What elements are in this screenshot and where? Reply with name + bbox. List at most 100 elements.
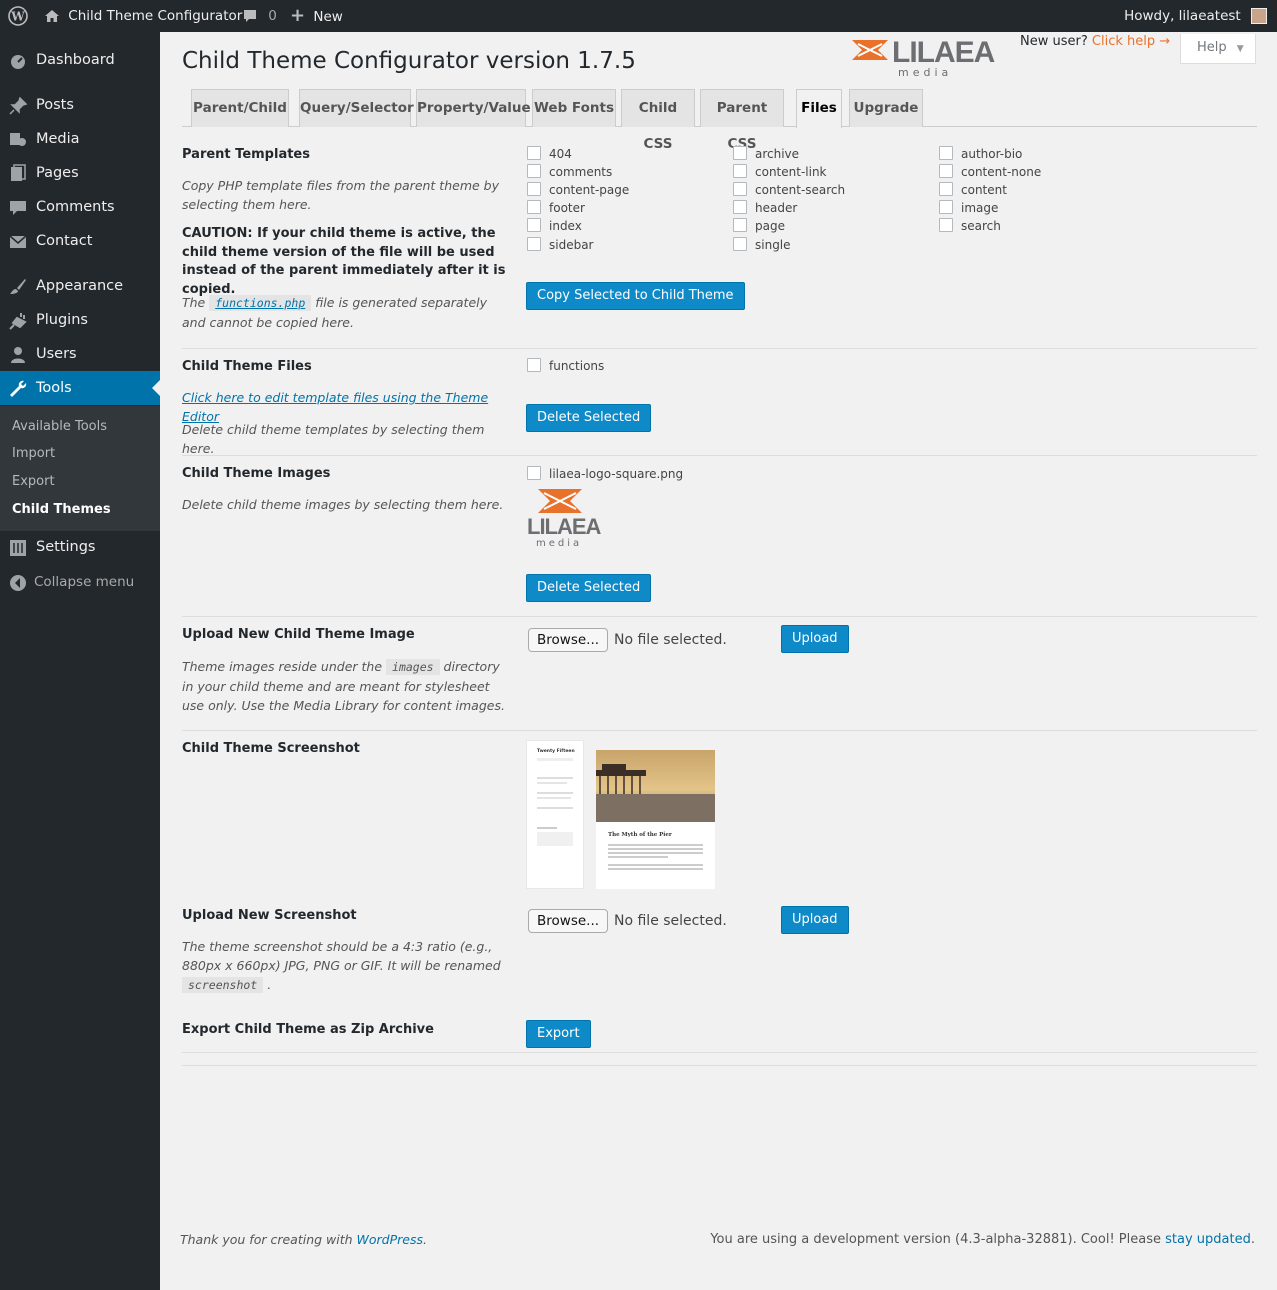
template-checkbox[interactable]: content-link — [733, 164, 827, 180]
upload-image-title: Upload New Child Theme Image — [182, 627, 415, 642]
checkbox-box[interactable] — [733, 237, 747, 251]
click-help-link[interactable]: Click help — [1092, 34, 1155, 49]
menu-item-dashboard[interactable]: Dashboard — [0, 43, 160, 77]
template-checkbox[interactable]: index — [527, 218, 582, 234]
checkbox-box[interactable] — [733, 218, 747, 232]
template-checkbox[interactable]: content-page — [527, 182, 629, 198]
stay-updated-link[interactable]: stay updated — [1165, 1232, 1251, 1247]
template-checkbox[interactable]: single — [733, 237, 791, 253]
checkbox-box[interactable] — [527, 237, 541, 251]
wordpress-logo-icon[interactable]: W — [8, 0, 28, 32]
submenu-import[interactable]: Import — [12, 444, 55, 464]
image-file-status: No file selected. — [614, 632, 727, 648]
template-checkbox[interactable]: sidebar — [527, 237, 594, 253]
comments-link[interactable]: 0 — [242, 0, 277, 32]
new-content-menu[interactable]: + New — [290, 0, 343, 32]
upload-screenshot-button[interactable]: Upload — [781, 906, 849, 934]
copy-to-child-button[interactable]: Copy Selected to Child Theme — [526, 282, 745, 310]
tab-parent-css[interactable]: Parent CSS — [700, 89, 784, 152]
tab-query-selector[interactable]: Query/Selector — [299, 89, 414, 127]
tab-files[interactable]: Files — [796, 89, 842, 128]
checkbox-box[interactable] — [527, 358, 541, 372]
menu-item-pages[interactable]: Pages — [0, 156, 160, 190]
menu-item-appearance[interactable]: Appearance — [0, 269, 160, 303]
template-checkbox[interactable]: author-bio — [939, 146, 1022, 162]
checkbox-label: content-page — [549, 183, 630, 197]
delete-images-button[interactable]: Delete Selected — [526, 574, 652, 602]
menu-item-settings[interactable]: Settings — [0, 530, 160, 564]
browse-screenshot-button[interactable]: Browse... — [528, 909, 609, 933]
tab-web-fonts[interactable]: Web Fonts — [532, 89, 616, 127]
checkbox-box[interactable] — [733, 164, 747, 178]
menu-label: Media — [36, 131, 80, 147]
checkbox-box[interactable] — [733, 200, 747, 214]
tab-property-value[interactable]: Property/Value — [416, 89, 531, 127]
template-checkbox[interactable]: search — [939, 218, 1001, 234]
checkbox-box[interactable] — [939, 200, 953, 214]
admin-menu: Dashboard Posts Media Pages Comments Con… — [0, 32, 160, 1290]
admin-bar: W Child Theme Configurator 0 + New Howdy… — [0, 0, 1277, 32]
user-account-menu[interactable]: Howdy, lilaeatest — [1124, 0, 1267, 32]
checkbox-box[interactable] — [939, 164, 953, 178]
checkbox-box[interactable] — [527, 466, 541, 480]
checkbox-box[interactable] — [939, 182, 953, 196]
collapse-menu-button[interactable]: Collapse menu — [0, 565, 160, 599]
screenshot-filename-code: screenshot — [182, 977, 264, 993]
checkbox-box[interactable] — [939, 218, 953, 232]
tab-child-css[interactable]: Child CSS — [621, 89, 695, 152]
menu-item-posts[interactable]: Posts — [0, 88, 160, 122]
help-tab-button[interactable]: Help ▼ — [1180, 34, 1256, 64]
tab-upgrade[interactable]: Upgrade — [849, 89, 923, 127]
template-checkbox[interactable]: content-search — [733, 182, 845, 198]
menu-item-media[interactable]: Media — [0, 122, 160, 156]
submenu-export[interactable]: Export — [12, 472, 55, 492]
tools-submenu: Available Tools Import Export Child Them… — [0, 406, 160, 531]
site-home-link[interactable]: Child Theme Configurator — [44, 0, 242, 32]
template-checkbox[interactable]: header — [733, 200, 797, 216]
howdy-text: Howdy, lilaeatest — [1124, 8, 1241, 24]
checkbox-label: content-search — [755, 183, 846, 197]
export-title: Export Child Theme as Zip Archive — [182, 1022, 434, 1037]
menu-item-users[interactable]: Users — [0, 337, 160, 371]
checkbox-box[interactable] — [733, 146, 747, 160]
child-image-checkbox[interactable]: lilaea-logo-square.png — [527, 466, 683, 482]
help-label: Help — [1197, 40, 1227, 55]
checkbox-box[interactable] — [733, 182, 747, 196]
menu-item-comments[interactable]: Comments — [0, 190, 160, 224]
checkbox-box[interactable] — [939, 146, 953, 160]
upload-image-button[interactable]: Upload — [781, 625, 849, 653]
submenu-child-themes[interactable]: Child Themes — [12, 500, 111, 520]
template-checkbox[interactable]: archive — [733, 146, 799, 162]
submenu-available-tools[interactable]: Available Tools — [12, 417, 107, 437]
thumb-lines — [537, 777, 573, 779]
template-checkbox[interactable]: 404 — [527, 146, 572, 162]
checkbox-box[interactable] — [527, 218, 541, 232]
menu-label: Plugins — [36, 312, 88, 328]
child-file-checkbox[interactable]: functions — [527, 358, 604, 374]
template-checkbox[interactable]: content-none — [939, 164, 1041, 180]
template-checkbox[interactable]: content — [939, 182, 1007, 198]
menu-item-plugins[interactable]: Plugins — [0, 303, 160, 337]
logo-subtext: media — [898, 66, 953, 79]
menu-label: Posts — [36, 97, 74, 113]
thumb-lines — [608, 844, 703, 846]
pages-icon — [11, 164, 26, 181]
checkbox-box[interactable] — [527, 200, 541, 214]
checkbox-box[interactable] — [527, 146, 541, 160]
menu-item-tools[interactable]: Tools — [0, 371, 160, 405]
template-checkbox[interactable]: image — [939, 200, 998, 216]
menu-item-contact[interactable]: Contact — [0, 224, 160, 258]
delete-files-button[interactable]: Delete Selected — [526, 404, 652, 432]
screenshot-sidebar-thumb: Twenty Fifteen — [526, 740, 584, 889]
wordpress-link[interactable]: WordPress — [357, 1232, 423, 1247]
menu-label: Pages — [36, 165, 79, 181]
template-checkbox[interactable]: page — [733, 218, 785, 234]
template-checkbox[interactable]: footer — [527, 200, 585, 216]
tab-parent-child[interactable]: Parent/Child — [191, 89, 289, 127]
functions-php-code: functions.php — [209, 295, 312, 311]
checkbox-box[interactable] — [527, 164, 541, 178]
export-button[interactable]: Export — [526, 1020, 591, 1048]
template-checkbox[interactable]: comments — [527, 164, 612, 180]
checkbox-box[interactable] — [527, 182, 541, 196]
browse-image-button[interactable]: Browse... — [528, 628, 609, 652]
